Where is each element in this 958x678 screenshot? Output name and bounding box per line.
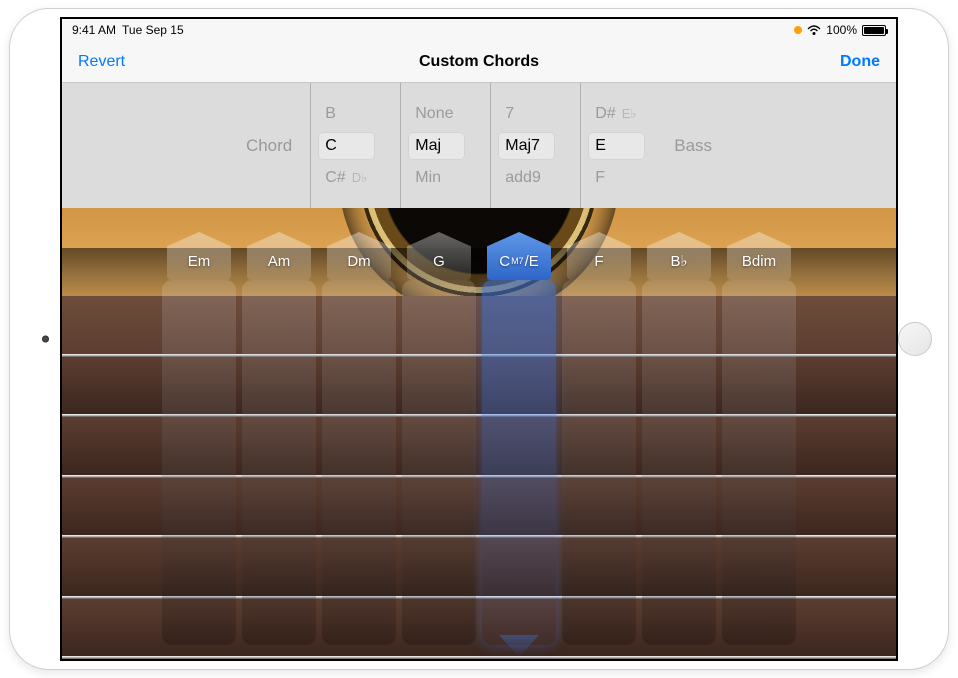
ipad-device: 9:41 AM Tue Sep 15 100% Revert Custom Ch… [9, 8, 949, 670]
chord-tab-label: F [567, 232, 631, 280]
chord-tab-label: B♭ [647, 232, 711, 280]
chord-tab-1[interactable]: Am [242, 232, 316, 292]
picker-root[interactable]: B C C#D♭ [310, 83, 392, 208]
wifi-icon [807, 25, 821, 35]
guitar-neck [62, 296, 896, 659]
battery-icon [862, 25, 886, 36]
page-title: Custom Chords [62, 53, 896, 71]
guitar-area: Em Am Dm G CM7/E F B♭ Bdim [62, 208, 896, 659]
picker-quality-next: Min [415, 165, 464, 191]
picker-ext-next: add9 [505, 165, 554, 191]
picker-ext-selected: Maj7 [499, 133, 554, 159]
chord-tab-0[interactable]: Em [162, 232, 236, 292]
chord-tab-5[interactable]: F [562, 232, 636, 292]
chord-tab-label: Em [167, 232, 231, 280]
chord-tab-2[interactable]: Dm [322, 232, 396, 292]
chord-tab-label: G [407, 232, 471, 280]
bass-picker-label: Bass [670, 136, 716, 156]
picker-bass-selected: E [589, 133, 644, 159]
picker-quality[interactable]: None Maj Min [400, 83, 482, 208]
picker-ext-prev: 7 [505, 101, 554, 127]
front-camera [42, 336, 49, 343]
picker-bass-next: F [595, 165, 644, 191]
chord-tab-label: Bdim [727, 232, 791, 280]
chord-tab-label: CM7/E [487, 232, 551, 280]
string-6[interactable] [62, 599, 896, 660]
chord-tab-7[interactable]: Bdim [722, 232, 796, 292]
screen: 9:41 AM Tue Sep 15 100% Revert Custom Ch… [60, 17, 898, 661]
picker-root-next: C#D♭ [325, 165, 374, 191]
chord-tab-6[interactable]: B♭ [642, 232, 716, 292]
status-bar: 9:41 AM Tue Sep 15 100% [62, 19, 896, 41]
chord-tab-label: Am [247, 232, 311, 280]
battery-percent: 100% [826, 23, 857, 37]
status-date: Tue Sep 15 [122, 23, 184, 37]
picker-bass-prev: D#E♭ [595, 101, 644, 127]
chord-tab-label: Dm [327, 232, 391, 280]
string-3[interactable] [62, 417, 896, 478]
revert-button[interactable]: Revert [76, 49, 127, 75]
string-2[interactable] [62, 357, 896, 418]
string-4[interactable] [62, 478, 896, 539]
string-1[interactable] [62, 296, 896, 357]
status-time: 9:41 AM [72, 23, 116, 37]
picker-quality-selected: Maj [409, 133, 464, 159]
picker-root-prev: B [325, 101, 374, 127]
recording-indicator-icon [794, 26, 802, 34]
chord-picker: Chord B C C#D♭ None Maj Min 7 Maj7 add9 [62, 83, 896, 208]
chord-picker-label: Chord [242, 136, 296, 156]
done-button[interactable]: Done [838, 49, 882, 75]
chord-tabs-row: Em Am Dm G CM7/E F B♭ Bdim [62, 232, 896, 292]
home-button[interactable] [898, 322, 932, 356]
picker-root-selected: C [319, 133, 374, 159]
chord-tab-4[interactable]: CM7/E [482, 232, 556, 292]
chord-tab-3[interactable]: G [402, 232, 476, 292]
nav-bar: Revert Custom Chords Done [62, 41, 896, 83]
string-5[interactable] [62, 538, 896, 599]
picker-extension[interactable]: 7 Maj7 add9 [490, 83, 572, 208]
picker-quality-prev: None [415, 101, 464, 127]
picker-bass[interactable]: D#E♭ E F [580, 83, 662, 208]
